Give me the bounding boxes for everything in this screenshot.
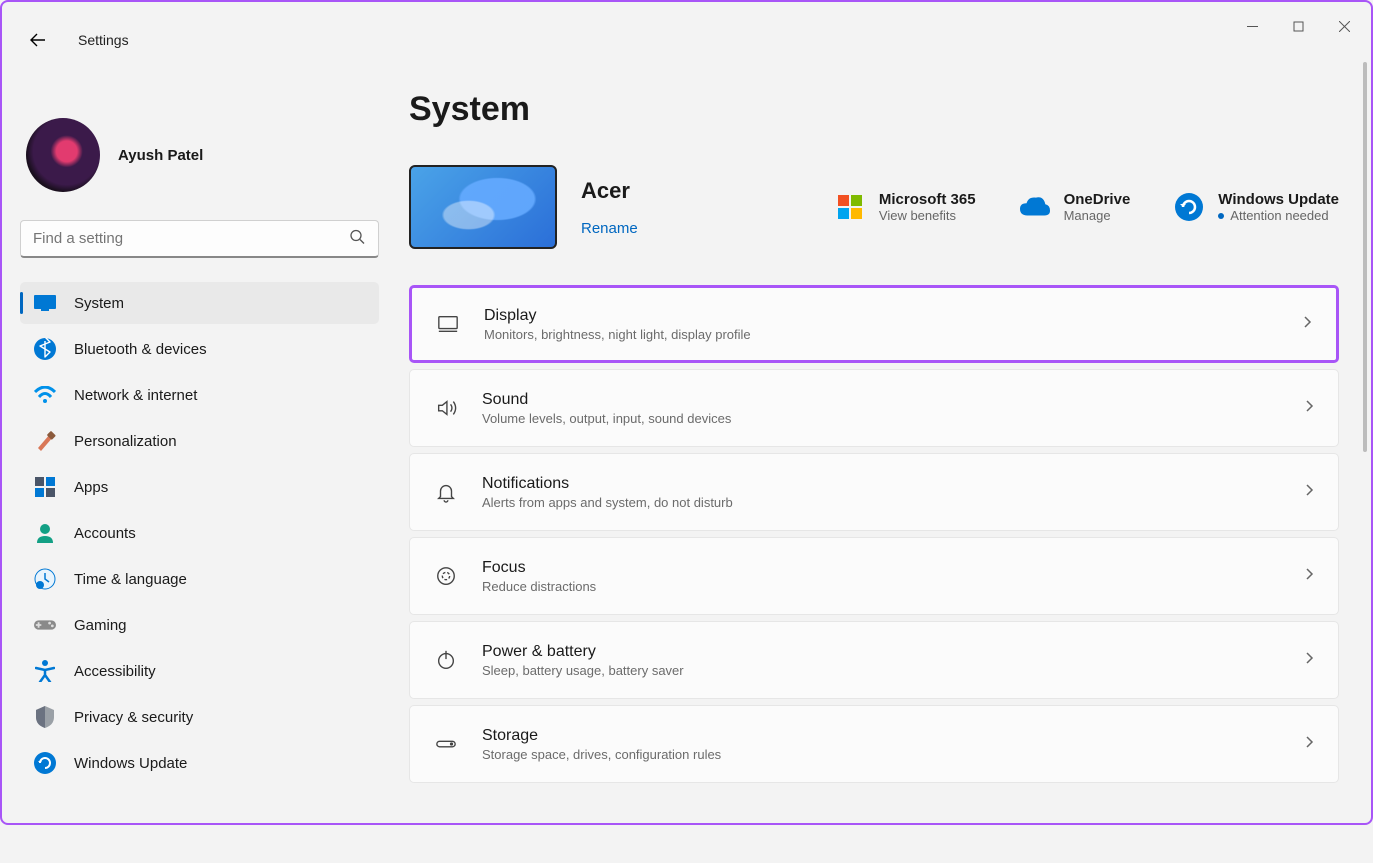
quicklink-onedrive[interactable]: OneDriveManage bbox=[1020, 191, 1131, 223]
scrollbar[interactable] bbox=[1363, 62, 1367, 452]
quicklink-sub: Manage bbox=[1064, 208, 1131, 223]
clock-icon bbox=[34, 568, 56, 590]
setting-title: Display bbox=[484, 307, 1300, 325]
onedrive-icon bbox=[1020, 192, 1050, 222]
profile-block[interactable]: Ayush Patel bbox=[20, 118, 379, 192]
device-name: Acer bbox=[581, 178, 721, 204]
search-input[interactable] bbox=[20, 220, 379, 258]
page-title: System bbox=[409, 90, 1339, 129]
setting-title: Power & battery bbox=[482, 643, 1302, 661]
sidebar-item-time-language[interactable]: Time & language bbox=[20, 558, 379, 600]
chevron-right-icon bbox=[1302, 567, 1316, 586]
bluetooth-icon bbox=[34, 338, 56, 360]
sidebar-item-accounts[interactable]: Accounts bbox=[20, 512, 379, 554]
sidebar-item-network-internet[interactable]: Network & internet bbox=[20, 374, 379, 416]
back-button[interactable] bbox=[18, 20, 58, 60]
quicklink-sub: Attention needed bbox=[1218, 208, 1339, 223]
device-header: Acer Rename Microsoft 365View benefits On… bbox=[409, 165, 1339, 249]
sidebar-item-system[interactable]: System bbox=[20, 282, 379, 324]
quicklink-title: Windows Update bbox=[1218, 191, 1339, 208]
setting-title: Focus bbox=[482, 559, 1302, 577]
setting-notifications[interactable]: Notifications Alerts from apps and system… bbox=[409, 453, 1339, 531]
maximize-button[interactable] bbox=[1275, 10, 1321, 42]
update-icon bbox=[34, 752, 56, 774]
sidebar-item-label: Accounts bbox=[74, 525, 136, 542]
sidebar-item-gaming[interactable]: Gaming bbox=[20, 604, 379, 646]
quicklink-title: Microsoft 365 bbox=[879, 191, 976, 208]
quicklink-windows-update[interactable]: Windows UpdateAttention needed bbox=[1174, 191, 1339, 223]
sidebar-item-privacy-security[interactable]: Privacy & security bbox=[20, 696, 379, 738]
window-titlebar bbox=[2, 2, 1371, 50]
sidebar-item-label: Gaming bbox=[74, 617, 127, 634]
chevron-right-icon bbox=[1302, 399, 1316, 418]
gamepad-icon bbox=[34, 614, 56, 636]
sidebar-item-label: System bbox=[74, 295, 124, 312]
sidebar-item-label: Time & language bbox=[74, 571, 187, 588]
close-button[interactable] bbox=[1321, 10, 1367, 42]
storage-icon bbox=[432, 733, 460, 755]
chevron-right-icon bbox=[1302, 483, 1316, 502]
shield-icon bbox=[34, 706, 56, 728]
sidebar-item-label: Personalization bbox=[74, 433, 177, 450]
power-icon bbox=[432, 649, 460, 671]
main-content: System Acer Rename Microsoft 365View ben… bbox=[397, 50, 1371, 863]
setting-sub: Alerts from apps and system, do not dist… bbox=[482, 495, 1302, 510]
sidebar-item-apps[interactable]: Apps bbox=[20, 466, 379, 508]
setting-power-battery[interactable]: Power & battery Sleep, battery usage, bat… bbox=[409, 621, 1339, 699]
sidebar-item-bluetooth-devices[interactable]: Bluetooth & devices bbox=[20, 328, 379, 370]
rename-link[interactable]: Rename bbox=[581, 220, 721, 237]
brush-icon bbox=[34, 430, 56, 452]
sidebar-item-label: Apps bbox=[74, 479, 108, 496]
bell-icon bbox=[432, 481, 460, 503]
setting-title: Sound bbox=[482, 391, 1302, 409]
person-icon bbox=[34, 522, 56, 544]
sidebar-item-label: Network & internet bbox=[74, 387, 197, 404]
app-title: Settings bbox=[78, 32, 129, 48]
sidebar-item-accessibility[interactable]: Accessibility bbox=[20, 650, 379, 692]
ms365-icon bbox=[835, 192, 865, 222]
sidebar: Ayush Patel System Bluetooth & devices Net… bbox=[2, 50, 397, 863]
minimize-button[interactable] bbox=[1229, 10, 1275, 42]
apps-icon bbox=[34, 476, 56, 498]
sidebar-item-label: Windows Update bbox=[74, 755, 187, 772]
quicklink-sub: View benefits bbox=[879, 208, 976, 223]
setting-focus[interactable]: Focus Reduce distractions bbox=[409, 537, 1339, 615]
accessibility-icon bbox=[34, 660, 56, 682]
chevron-right-icon bbox=[1302, 735, 1316, 754]
display-icon bbox=[434, 313, 462, 335]
sound-icon bbox=[432, 397, 460, 419]
setting-sub: Sleep, battery usage, battery saver bbox=[482, 663, 1302, 678]
setting-title: Storage bbox=[482, 727, 1302, 745]
wifi-icon bbox=[34, 384, 56, 406]
focus-icon bbox=[432, 565, 460, 587]
setting-sub: Volume levels, output, input, sound devi… bbox=[482, 411, 1302, 426]
sidebar-item-label: Privacy & security bbox=[74, 709, 193, 726]
search-icon bbox=[349, 229, 365, 250]
sidebar-item-label: Accessibility bbox=[74, 663, 156, 680]
profile-name: Ayush Patel bbox=[118, 147, 203, 164]
setting-sub: Reduce distractions bbox=[482, 579, 1302, 594]
setting-sound[interactable]: Sound Volume levels, output, input, sound… bbox=[409, 369, 1339, 447]
chevron-right-icon bbox=[1300, 315, 1314, 334]
setting-sub: Storage space, drives, configuration rul… bbox=[482, 747, 1302, 762]
chevron-right-icon bbox=[1302, 651, 1316, 670]
setting-sub: Monitors, brightness, night light, displ… bbox=[484, 327, 1300, 342]
setting-display[interactable]: Display Monitors, brightness, night light… bbox=[409, 285, 1339, 363]
setting-storage[interactable]: Storage Storage space, drives, configurat… bbox=[409, 705, 1339, 783]
device-thumbnail[interactable] bbox=[409, 165, 557, 249]
update-blue-icon bbox=[1174, 192, 1204, 222]
sidebar-item-windows-update[interactable]: Windows Update bbox=[20, 742, 379, 784]
system-icon bbox=[34, 292, 56, 314]
setting-title: Notifications bbox=[482, 475, 1302, 493]
attention-dot bbox=[1218, 213, 1224, 219]
sidebar-item-label: Bluetooth & devices bbox=[74, 341, 207, 358]
quicklink-title: OneDrive bbox=[1064, 191, 1131, 208]
quicklink-microsoft-[interactable]: Microsoft 365View benefits bbox=[835, 191, 976, 223]
sidebar-item-personalization[interactable]: Personalization bbox=[20, 420, 379, 462]
avatar bbox=[26, 118, 100, 192]
